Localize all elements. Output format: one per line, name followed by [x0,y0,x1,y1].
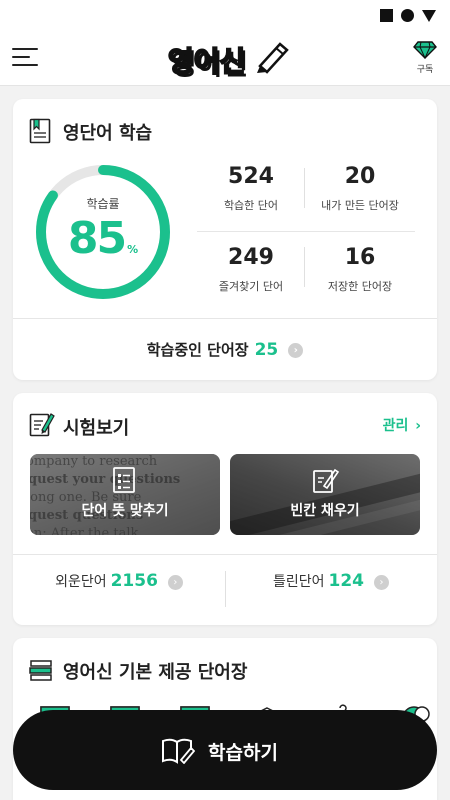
menu-button[interactable] [12,44,40,70]
manage-link[interactable]: 관리 › [383,415,421,435]
exam-card: 시험보기 관리 › ompany to research quest your … [13,393,437,625]
study-card-title: 영단어 학습 [63,123,153,144]
triangle-status-icon [422,9,436,22]
chevron-right-icon: › [167,574,183,590]
stat-learned-words[interactable]: 524 학습한 단어 [196,164,306,213]
chevron-right-icon: › [288,343,304,358]
stat-label: 즐겨찾기 단어 [218,280,284,293]
stat-value: 20 [344,164,376,189]
study-card: 영단어 학습 학습률 85% 524 학습한 단어 20 내가 만든 단어장 2… [13,99,437,380]
start-learning-button[interactable]: 학습하기 [13,710,437,790]
card-divider [13,554,437,555]
logo-text: 영어신 [167,44,246,79]
word-meaning-quiz-label: 단어 뜻 맞추기 [81,503,169,519]
exam-card-title: 시험보기 [63,418,130,439]
fill-blank-quiz-button[interactable]: 빈칸 채우기 [230,454,420,535]
menu-line [12,48,38,50]
progress-number: 85 [67,213,127,264]
app-logo: 영어신 [167,38,292,79]
menu-line [12,56,30,58]
status-icons [380,9,436,22]
subscribe-label: 구독 [416,65,434,75]
learning-wordbooks-button[interactable]: 학습중인 단어장 25 › [13,319,437,380]
stat-divider [304,168,305,208]
wrong-words-button[interactable]: 틀린단어 124 › [225,571,437,591]
diamond-icon [413,41,437,60]
memorized-words-button[interactable]: 외운단어 2156 › [13,571,225,591]
memorized-words-label: 외운단어 [55,574,107,590]
stat-saved-wordbooks[interactable]: 16 저장한 단어장 [305,245,415,294]
progress-value: 85% [33,213,173,264]
memorized-words-count: 2156 [110,571,158,591]
manage-label: 관리 [382,418,409,434]
stat-label: 학습한 단어 [223,199,279,212]
word-meaning-quiz-button[interactable]: ompany to research quest your questions … [30,454,220,535]
stat-divider [197,231,415,232]
app-header: 영어신 구독 [0,30,450,86]
menu-line [12,64,38,66]
stat-value: 524 [228,164,274,189]
progress-unit: % [127,243,139,256]
chevron-right-icon: › [374,574,390,590]
subscribe-button[interactable]: 구독 [412,41,438,75]
stat-label: 저장한 단어장 [327,280,393,293]
pencil-icon [257,42,289,74]
chevron-right-icon: › [415,418,421,434]
fill-blank-quiz-label: 빈칸 채우기 [290,503,360,519]
basic-wordbook-title: 영어신 기본 제공 단어장 [63,662,248,683]
book-icon [29,118,51,144]
stat-value: 16 [344,245,376,270]
square-status-icon [380,9,393,22]
stat-my-wordbooks[interactable]: 20 내가 만든 단어장 [305,164,415,213]
learning-wordbooks-row: 학습중인 단어장 25 › [13,339,437,360]
circle-status-icon [401,9,414,22]
status-bar [0,0,450,30]
edit-icon [313,468,340,493]
wrong-words-count: 124 [328,571,365,591]
learning-wordbooks-label: 학습중인 단어장 [146,341,249,359]
learning-wordbooks-count: 25 [254,340,279,360]
stat-label: 내가 만든 단어장 [321,199,399,212]
stat-divider [304,247,305,287]
progress-label: 학습률 [86,197,120,211]
stat-favorite-words[interactable]: 249 즐겨찾기 단어 [196,245,306,294]
checklist-icon [113,467,135,493]
wrong-words-label: 틀린단어 [272,574,325,590]
stat-value: 249 [228,245,274,270]
start-learning-label: 학습하기 [208,742,278,764]
notepad-pencil-icon [29,413,55,437]
stacked-books-icon [29,660,52,681]
